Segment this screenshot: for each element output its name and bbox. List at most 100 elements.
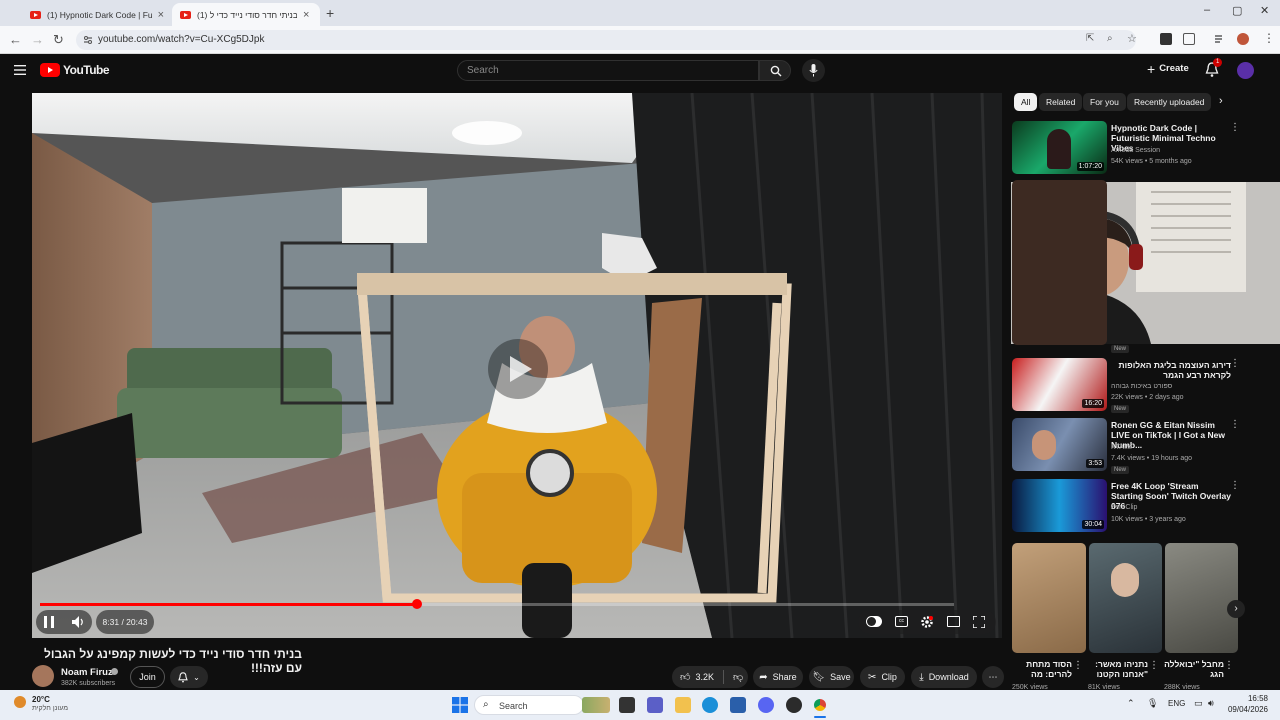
close-tab-icon[interactable]: × [158, 9, 164, 21]
new-tab-button[interactable]: + [326, 5, 334, 21]
account-avatar[interactable] [1237, 62, 1254, 79]
chip-recently-uploaded[interactable]: Recently uploaded [1127, 93, 1212, 111]
more-actions-button[interactable]: ⋯ [982, 666, 1004, 688]
short-menu-icon[interactable]: ⋮ [1073, 660, 1083, 671]
youtube-logo[interactable]: YouTube [40, 63, 110, 77]
profile-avatar-icon[interactable] [1237, 33, 1249, 45]
reload-icon[interactable]: ↻ [53, 32, 64, 48]
recommendation-channel[interactable]: ספורט באיכות גבוהה [1111, 383, 1172, 390]
chips-next-icon[interactable]: › [1219, 95, 1223, 107]
item-menu-icon[interactable]: ⋮ [1230, 419, 1240, 430]
close-window-icon[interactable]: ✕ [1260, 4, 1269, 17]
back-icon[interactable]: ← [9, 32, 22, 47]
progress-scrubber[interactable] [411, 599, 422, 609]
store-icon[interactable] [730, 697, 746, 713]
clock-time[interactable]: 16:58 [1222, 694, 1268, 703]
chip-all[interactable]: All [1014, 93, 1038, 111]
search-input[interactable]: Search [457, 60, 759, 81]
recommendation-title[interactable]: דירוג העוצמה בליגת האלופות לקראת רבע הגמ… [1111, 360, 1232, 380]
media-control-icon[interactable] [1214, 33, 1226, 45]
short-thumbnail[interactable] [1089, 543, 1162, 653]
theater-mode-icon[interactable] [947, 616, 960, 627]
thumbs-down-icon[interactable]: 👎︎ [733, 671, 743, 683]
chip-for-you[interactable]: For you [1083, 93, 1126, 111]
short-title[interactable]: מחבל "יבואללה הגג [1164, 659, 1224, 679]
subscribe-notification-button[interactable]: ⌄ [170, 666, 208, 688]
widget-icon[interactable] [582, 697, 610, 713]
edge-icon[interactable] [702, 697, 718, 713]
voice-search-button[interactable] [802, 59, 825, 82]
extension-icon[interactable] [1160, 33, 1172, 45]
teams-icon[interactable] [647, 697, 663, 713]
channel-avatar[interactable] [32, 665, 54, 687]
speaker-icon[interactable]: 🔊︎ [1208, 698, 1214, 709]
short-menu-icon[interactable]: ⋮ [1149, 660, 1159, 671]
task-view-icon[interactable] [619, 697, 635, 713]
channel-name[interactable]: Noam Firuz [61, 667, 113, 678]
center-play-indicator[interactable] [488, 339, 548, 399]
discord-icon[interactable] [758, 697, 774, 713]
shorts-next-icon[interactable]: › [1227, 600, 1245, 618]
weather-desc[interactable]: מעונן חלקית [32, 705, 68, 712]
bookmark-star-icon[interactable]: ☆ [1127, 32, 1137, 45]
pause-icon[interactable] [44, 616, 54, 628]
clip-button[interactable]: ✂ Clip [860, 666, 905, 688]
language-indicator[interactable]: ENG [1168, 699, 1185, 708]
tab-hypnotic[interactable]: (1) Hypnotic Dark Code | Futur... × [22, 3, 172, 26]
short-thumbnail[interactable] [1165, 543, 1238, 653]
clock-date[interactable]: 09/04/2026 [1222, 705, 1268, 714]
recommendation-channel[interactable]: KTAIM [1111, 444, 1132, 451]
join-button[interactable]: Join [130, 666, 165, 688]
video-player[interactable] [32, 93, 1002, 638]
create-button[interactable]: + Create [1147, 62, 1189, 76]
recommendation-thumbnail[interactable]: 30:04 [1012, 479, 1107, 532]
item-menu-icon[interactable]: ⋮ [1230, 480, 1240, 491]
short-title[interactable]: נתניהו מאשר: "אנחנו הקטנו [1088, 659, 1148, 679]
like-count[interactable]: 3.2K [695, 672, 714, 682]
taskbar-search[interactable]: ⌕ Search [474, 695, 584, 715]
search-button[interactable] [759, 60, 791, 81]
obs-icon[interactable] [786, 697, 802, 713]
short-title[interactable]: הסוד מתחת להרים: מה [1012, 659, 1072, 679]
mic-tray-icon[interactable]: 🎙︎ [1147, 698, 1158, 709]
thumbs-up-icon[interactable]: 👍︎ [680, 671, 690, 683]
weather-temp[interactable]: 20°C [32, 695, 50, 704]
recommendation-channel[interactable]: Amoda Session [1111, 147, 1160, 154]
maximize-icon[interactable]: ▢ [1232, 4, 1242, 17]
more-menu-icon[interactable]: ⋮ [1263, 31, 1275, 45]
url-field[interactable]: youtube.com/watch?v=Cu-XCg5DJpk ⇱ ⌕ ☆ [76, 30, 1137, 50]
item-menu-icon[interactable]: ⋮ [1230, 122, 1240, 133]
captions-icon[interactable]: cc [895, 616, 908, 627]
recommendation-thumbnail[interactable]: 1:07:20 [1012, 121, 1107, 174]
chrome-icon[interactable] [812, 697, 828, 713]
tray-overflow-icon[interactable]: ⌃ [1127, 698, 1135, 709]
extensions-puzzle-icon[interactable] [1183, 33, 1195, 45]
hamburger-menu-icon[interactable] [14, 64, 26, 76]
forward-icon[interactable]: → [31, 32, 44, 47]
recommendation-channel[interactable]: ZeroClip [1111, 504, 1137, 511]
recommendation-thumbnail[interactable] [1012, 180, 1107, 345]
short-menu-icon[interactable]: ⋮ [1224, 660, 1234, 671]
fullscreen-icon[interactable] [973, 616, 985, 628]
progress-track[interactable] [40, 599, 954, 609]
minimize-icon[interactable]: – [1204, 4, 1210, 16]
autoplay-toggle[interactable] [866, 616, 882, 627]
item-menu-icon[interactable]: ⋮ [1230, 358, 1240, 369]
settings-gear-icon[interactable] [920, 615, 934, 629]
windows-start-icon[interactable] [452, 697, 468, 713]
volume-icon[interactable] [72, 616, 84, 628]
download-button[interactable]: ⤓ Download [911, 666, 977, 688]
network-icon[interactable]: ▭ [1194, 698, 1203, 709]
recommendation-thumbnail[interactable]: 16:20 [1012, 358, 1107, 411]
close-tab-icon[interactable]: × [303, 9, 309, 21]
tab-current-video[interactable]: (1) בניתי חדר סודי נייד כדי ל × [172, 3, 320, 26]
install-icon[interactable]: ⇱ [1086, 33, 1094, 44]
save-button[interactable]: 🔖︎ Save [809, 666, 854, 688]
notifications-button[interactable]: 1 [1205, 58, 1223, 78]
zoom-icon[interactable]: ⌕ [1107, 33, 1113, 44]
site-info-icon[interactable] [83, 35, 93, 45]
chip-related[interactable]: Related [1039, 93, 1083, 111]
recommendation-thumbnail[interactable]: 3:53 [1012, 418, 1107, 471]
file-explorer-icon[interactable] [675, 697, 691, 713]
short-thumbnail[interactable] [1012, 543, 1086, 653]
